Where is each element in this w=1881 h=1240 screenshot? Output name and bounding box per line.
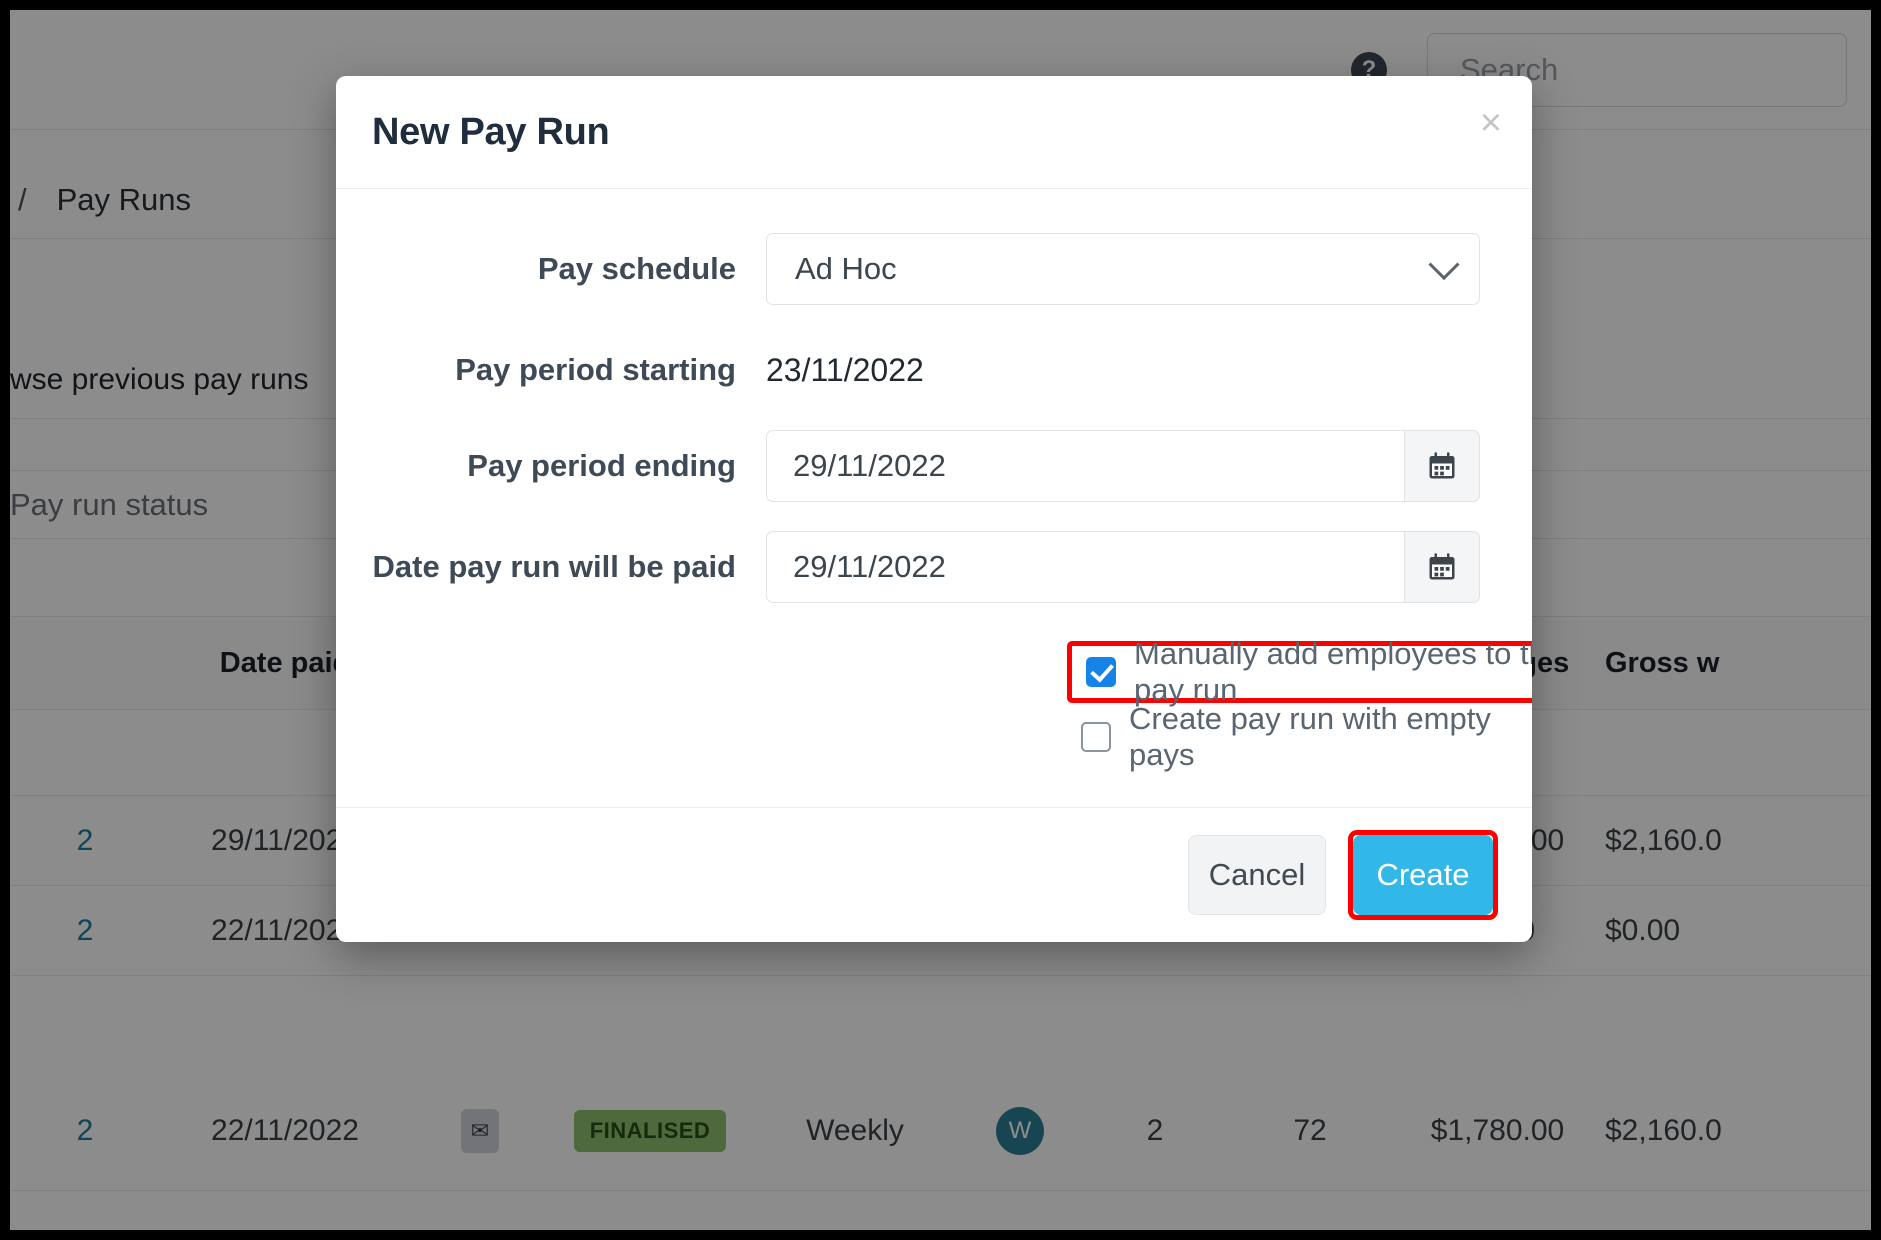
calendar-icon bbox=[1429, 452, 1455, 479]
field-pay-schedule: Pay schedule Ad Hoc bbox=[336, 233, 1532, 305]
pay-period-starting-label: Pay period starting bbox=[455, 352, 736, 387]
new-pay-run-dialog: New Pay Run × Pay schedule Ad Hoc Pay pe… bbox=[336, 76, 1532, 942]
dialog-title: New Pay Run bbox=[372, 110, 610, 153]
create-button-highlight: Create bbox=[1348, 830, 1498, 920]
cell-gross-wages: $2,160.0 bbox=[1605, 1113, 1722, 1147]
table-row bbox=[10, 1191, 1871, 1230]
dialog-body: Pay schedule Ad Hoc Pay period starting … bbox=[336, 189, 1532, 807]
cell-schedule: Weekly bbox=[806, 1113, 904, 1147]
checkbox-label: Manually add employees to this pay run bbox=[1134, 636, 1532, 707]
breadcrumb-current[interactable]: Pay Runs bbox=[57, 182, 191, 218]
table-row[interactable]: 2 22/11/2022 ✉ FINALISED Weekly W 2 72 $… bbox=[10, 1071, 1871, 1191]
schedule-badge: W bbox=[996, 1106, 1044, 1155]
dialog-header: New Pay Run × bbox=[336, 76, 1532, 189]
pay-period-ending-label: Pay period ending bbox=[467, 448, 736, 483]
status-badge: FINALISED bbox=[573, 1109, 727, 1152]
pay-schedule-label: Pay schedule bbox=[537, 251, 736, 286]
cell-gross-wages: $2,160.0 bbox=[1605, 823, 1722, 857]
field-date-paid: Date pay run will be paid 29/11/2022 bbox=[336, 531, 1532, 603]
create-button[interactable]: Create bbox=[1353, 835, 1493, 915]
cell-pay-period[interactable]: 2 bbox=[10, 824, 160, 858]
pay-run-status-filter[interactable]: Pay run status bbox=[10, 475, 208, 535]
cell-badge: W bbox=[960, 1106, 1080, 1155]
cell-status: FINALISED bbox=[550, 1109, 750, 1152]
pay-period-ending-value: 29/11/2022 bbox=[793, 448, 946, 483]
checkbox-group: Manually add employees to this pay run C… bbox=[336, 636, 1532, 772]
pay-period-ending-input[interactable]: 29/11/2022 bbox=[766, 430, 1404, 502]
date-paid-input[interactable]: 29/11/2022 bbox=[766, 531, 1404, 603]
cell-email[interactable]: ✉ bbox=[410, 1108, 550, 1153]
date-paid-value: 29/11/2022 bbox=[793, 549, 946, 584]
table-row bbox=[10, 976, 1871, 1071]
cell-hours: 72 bbox=[1293, 1113, 1327, 1147]
date-paid-label: Date pay run will be paid bbox=[372, 549, 736, 584]
cell-pay-period[interactable]: 2 bbox=[10, 1114, 160, 1148]
cell-gross-wages: $0.00 bbox=[1605, 913, 1681, 947]
dialog-footer: Cancel Create bbox=[336, 807, 1532, 942]
breadcrumb-separator: / bbox=[18, 182, 27, 217]
pay-schedule-value: Ad Hoc bbox=[795, 251, 897, 286]
pay-schedule-select[interactable]: Ad Hoc bbox=[766, 233, 1480, 305]
col-gross-wages[interactable]: Gross w bbox=[1605, 647, 1820, 680]
checkbox-input-checked[interactable] bbox=[1086, 657, 1116, 687]
browse-previous-pay-runs-text: wse previous pay runs bbox=[10, 363, 309, 396]
field-pay-period-ending: Pay period ending 29/11/2022 bbox=[336, 430, 1532, 502]
cell-pay-period[interactable]: 2 bbox=[10, 914, 160, 948]
close-icon[interactable]: × bbox=[1480, 104, 1502, 142]
field-pay-period-starting: Pay period starting 23/11/2022 bbox=[336, 334, 1532, 406]
envelope-icon[interactable]: ✉ bbox=[461, 1108, 499, 1153]
checkbox-label: Create pay run with empty pays bbox=[1129, 701, 1491, 772]
date-paid-calendar-button[interactable] bbox=[1404, 531, 1480, 603]
cell-employees: 2 bbox=[1146, 1113, 1164, 1147]
calendar-icon bbox=[1429, 553, 1455, 580]
cancel-button[interactable]: Cancel bbox=[1188, 835, 1326, 915]
checkbox-manually-add-employees[interactable]: Manually add employees to this pay run bbox=[1067, 636, 1532, 707]
pay-period-ending-calendar-button[interactable] bbox=[1404, 430, 1480, 502]
checkbox-input-unchecked[interactable] bbox=[1081, 722, 1111, 752]
screenshot-root: ? Search / Pay Runs wse previous pay run… bbox=[0, 0, 1881, 1240]
cell-date-paid: 22/11/2022 bbox=[211, 1113, 359, 1147]
pay-period-starting-value: 23/11/2022 bbox=[766, 352, 924, 388]
cell-net-wages: $1,780.00 bbox=[1430, 1113, 1565, 1147]
checkbox-create-empty-pays[interactable]: Create pay run with empty pays bbox=[1081, 701, 1532, 772]
chevron-down-icon bbox=[1428, 249, 1460, 281]
